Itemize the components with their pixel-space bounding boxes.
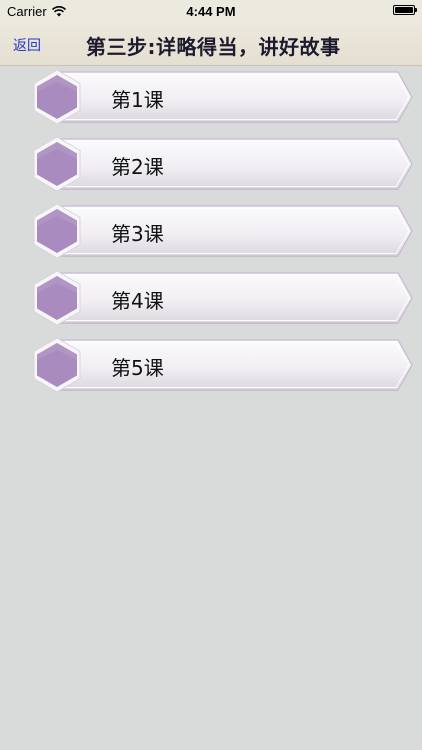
hexagon-icon bbox=[37, 142, 77, 186]
lesson-item-2[interactable]: 第2课 bbox=[30, 137, 414, 191]
lesson-label: 第5课 bbox=[111, 356, 164, 380]
lesson-label: 第1课 bbox=[111, 88, 164, 112]
status-time: 4:44 PM bbox=[186, 4, 236, 19]
page-title: 第三步:详略得当，讲好故事 bbox=[86, 35, 341, 59]
hexagon-icon bbox=[37, 343, 77, 387]
lesson-card-background bbox=[33, 137, 413, 191]
battery-level bbox=[395, 7, 413, 13]
hexagon-icon bbox=[37, 75, 77, 119]
lesson-item-3[interactable]: 第3课 bbox=[30, 204, 414, 258]
lesson-item-4[interactable]: 第4课 bbox=[30, 271, 414, 325]
battery-icon bbox=[393, 5, 417, 15]
lesson-label: 第3课 bbox=[111, 222, 164, 246]
hexagon-icon bbox=[37, 276, 77, 320]
lesson-card-background bbox=[33, 338, 413, 392]
lesson-card-background bbox=[33, 271, 413, 325]
lesson-label: 第4课 bbox=[111, 289, 164, 313]
lesson-item-5[interactable]: 第5课 bbox=[30, 338, 414, 392]
lesson-card-background bbox=[33, 70, 413, 124]
lesson-label: 第2课 bbox=[111, 155, 164, 179]
hexagon-icon bbox=[37, 209, 77, 253]
status-bar: Carrier 4:44 PM bbox=[0, 0, 422, 22]
navigation-bar: 返回 第三步:详略得当，讲好故事 bbox=[0, 22, 422, 66]
lesson-item-1[interactable]: 第1课 bbox=[30, 70, 414, 124]
back-button[interactable]: 返回 bbox=[13, 35, 41, 55]
lesson-card-background bbox=[33, 204, 413, 258]
